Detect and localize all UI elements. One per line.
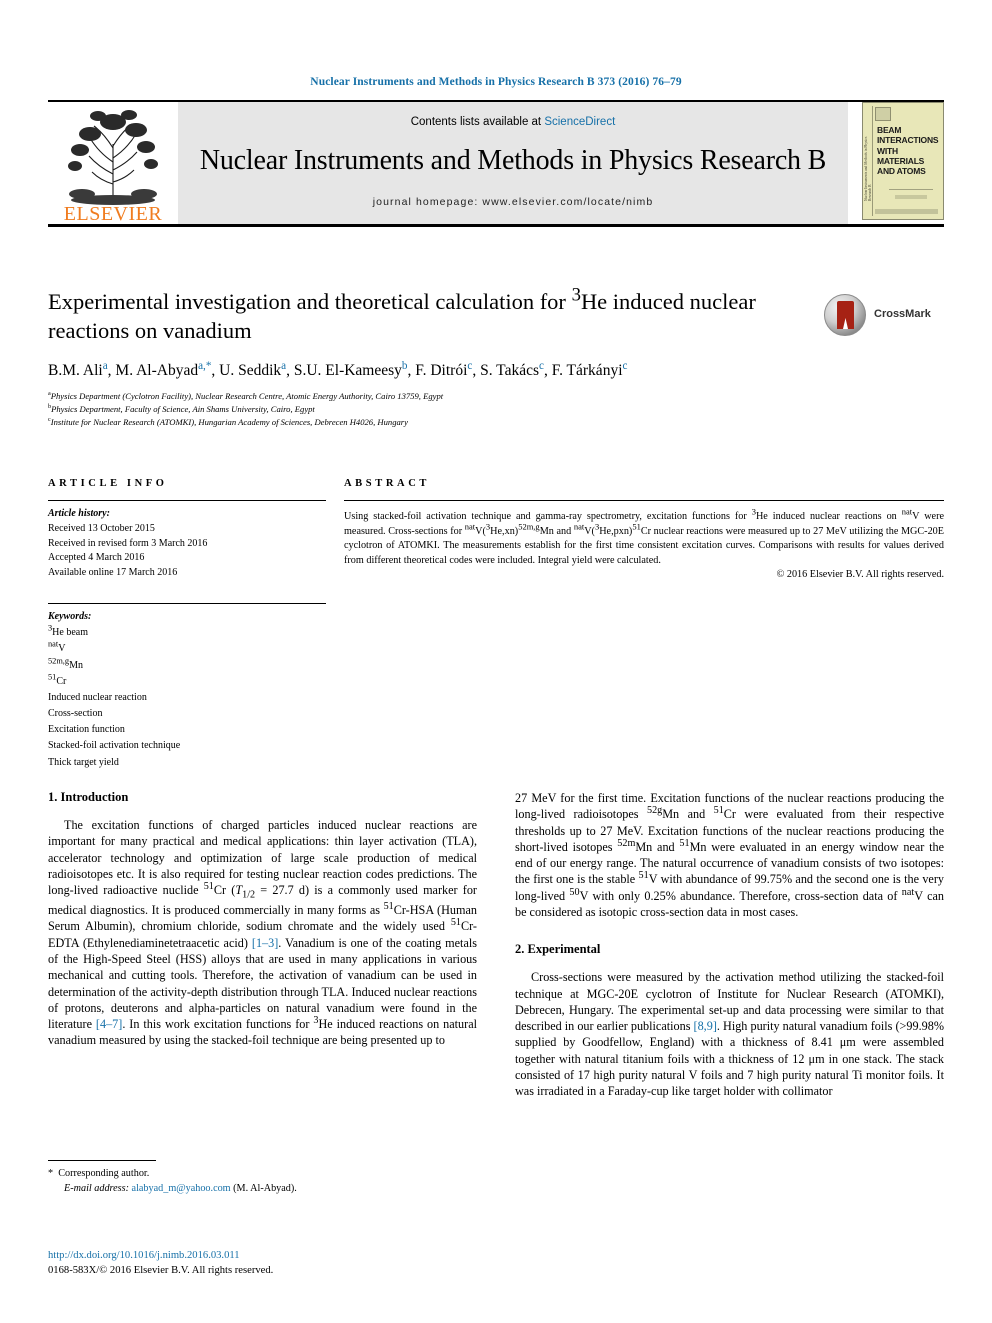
keyword-item: 3He beam — [48, 623, 88, 639]
footnote-rule — [48, 1160, 156, 1161]
info-abstract-region: ARTICLE INFO Article history: Received 1… — [48, 478, 944, 771]
affiliation-item: aPhysics Department (Cyclotron Facility)… — [48, 390, 944, 403]
keyword-item: Induced nuclear reaction — [48, 691, 147, 703]
running-head: Nuclear Instruments and Methods in Physi… — [310, 76, 682, 88]
email-link[interactable]: alabyad_m@yahoo.com — [132, 1183, 231, 1194]
crossmark-badge[interactable]: CrossMark — [824, 294, 936, 340]
corresponding-marker: * — [48, 1168, 54, 1179]
article-history: Article history: Received 13 October 201… — [48, 507, 326, 581]
journal-title: Nuclear Instruments and Methods in Physi… — [199, 145, 827, 176]
keywords-rule — [48, 602, 326, 604]
affiliation-text: Physics Department, Faculty of Science, … — [51, 403, 315, 414]
cover-divider — [889, 189, 933, 190]
keywords-label: Keywords: — [48, 610, 92, 622]
email-line: E-mail address: alabyad_m@yahoo.com (M. … — [48, 1181, 477, 1196]
article-info-rule — [48, 500, 326, 501]
history-item: Received in revised form 3 March 2016 — [48, 537, 208, 549]
section-heading-introduction: 1. Introduction — [48, 790, 129, 804]
author-list: B.M. Alia, M. Al-Abyada,*, U. Seddika, S… — [48, 359, 628, 379]
elsevier-logo: ELSEVIER — [48, 102, 178, 225]
keyword-item: 52m,gMn — [48, 656, 83, 671]
article-info-heading: ARTICLE INFO — [48, 478, 168, 489]
abstract-column: ABSTRACT Using stacked-foil activation t… — [344, 478, 944, 771]
cover-title: BEAM INTERACTIONS WITH MATERIALS AND ATO… — [877, 125, 939, 177]
affiliation-text: Physics Department (Cyclotron Facility),… — [50, 390, 444, 401]
contents-prefix: Contents lists available at — [410, 116, 545, 128]
article-title: Experimental investigation and theoretic… — [48, 284, 756, 343]
affiliation-item: cInstitute for Nuclear Research (ATOMKI)… — [48, 416, 944, 429]
journal-homepage[interactable]: journal homepage: www.elsevier.com/locat… — [178, 177, 848, 208]
keyword-item: Cross-section — [48, 708, 103, 720]
citation-link[interactable]: [1–3] — [252, 936, 278, 950]
masthead-center: Contents lists available at ScienceDirec… — [178, 102, 848, 224]
cover-spine-rule — [872, 106, 873, 216]
keyword-item: Stacked-foil activation technique — [48, 740, 181, 752]
affiliation-item: bPhysics Department, Faculty of Science,… — [48, 403, 944, 416]
journal-cover-thumbnail: Nuclear Instruments and Methods in Physi… — [862, 102, 944, 224]
cover-elsevier-mark — [875, 107, 891, 121]
cover-spine-text: Nuclear Instruments and Methods in Physi… — [864, 136, 872, 201]
corresponding-author-footnote: * Corresponding author. E-mail address: … — [48, 1160, 477, 1196]
article-history-label: Article history: — [48, 508, 110, 519]
crossmark-book-icon — [837, 301, 854, 329]
introduction-paragraph-left: The excitation functions of charged part… — [48, 818, 477, 1048]
crossmark-label: CrossMark — [874, 308, 931, 320]
citation-link[interactable]: [8,9] — [694, 1019, 717, 1033]
keywords-block: Keywords: 3He beam natV 52m,gMn 51Cr Ind… — [48, 602, 326, 771]
elsevier-tree-icon — [68, 110, 158, 205]
sciencedirect-link[interactable]: ScienceDirect — [544, 116, 615, 128]
cover-imprint-block — [895, 195, 927, 199]
doi-link[interactable]: http://dx.doi.org/10.1016/j.nimb.2016.03… — [48, 1248, 478, 1263]
keyword-item: natV — [48, 640, 66, 655]
introduction-paragraph-right: 27 MeV for the first time. Excitation fu… — [515, 791, 944, 919]
abstract-copyright: © 2016 Elsevier B.V. All rights reserved… — [776, 569, 944, 581]
abstract-text: Using stacked-foil activation technique … — [344, 506, 944, 566]
keyword-item: 51Cr — [48, 672, 67, 687]
cover-footer-block — [875, 209, 938, 214]
history-item: Received 13 October 2015 — [48, 522, 155, 534]
keyword-item: Excitation function — [48, 724, 125, 736]
history-item: Available online 17 March 2016 — [48, 567, 178, 579]
body-column-left: 1. Introduction The excitation functions… — [48, 790, 477, 1100]
history-item: Accepted 4 March 2016 — [48, 552, 145, 564]
citation-link[interactable]: [4–7] — [96, 1017, 122, 1031]
abstract-rule — [344, 500, 944, 501]
experimental-paragraph: Cross-sections were measured by the acti… — [515, 970, 944, 1099]
abstract-heading: ABSTRACT — [344, 478, 430, 489]
article-info-column: ARTICLE INFO Article history: Received 1… — [48, 478, 326, 771]
issn-copyright: 0168-583X/© 2016 Elsevier B.V. All right… — [48, 1265, 274, 1277]
elsevier-wordmark: ELSEVIER — [63, 203, 163, 225]
journal-masthead: ELSEVIER Contents lists available at Sci… — [48, 100, 944, 227]
body-column-right: 27 MeV for the first time. Excitation fu… — [515, 790, 944, 1100]
keyword-item: Thick target yield — [48, 756, 119, 768]
corresponding-author-line: * Corresponding author. — [48, 1166, 477, 1181]
article-page: Nuclear Instruments and Methods in Physi… — [0, 0, 992, 1323]
affiliation-text: Institute for Nuclear Research (ATOMKI),… — [50, 416, 408, 427]
section-heading-experimental: 2. Experimental — [515, 942, 601, 957]
email-owner: (M. Al-Abyad). — [233, 1183, 297, 1195]
body-columns: 1. Introduction The excitation functions… — [48, 790, 944, 1100]
affiliation-list: aPhysics Department (Cyclotron Facility)… — [48, 390, 944, 429]
corresponding-text: Corresponding author. — [58, 1168, 150, 1179]
email-label: E-mail address: — [64, 1183, 129, 1195]
title-block: Experimental investigation and theoretic… — [48, 284, 944, 429]
masthead-bottom-rule — [48, 224, 944, 227]
page-footer: http://dx.doi.org/10.1016/j.nimb.2016.03… — [48, 1248, 478, 1279]
contents-available-line: Contents lists available at ScienceDirec… — [178, 102, 848, 128]
